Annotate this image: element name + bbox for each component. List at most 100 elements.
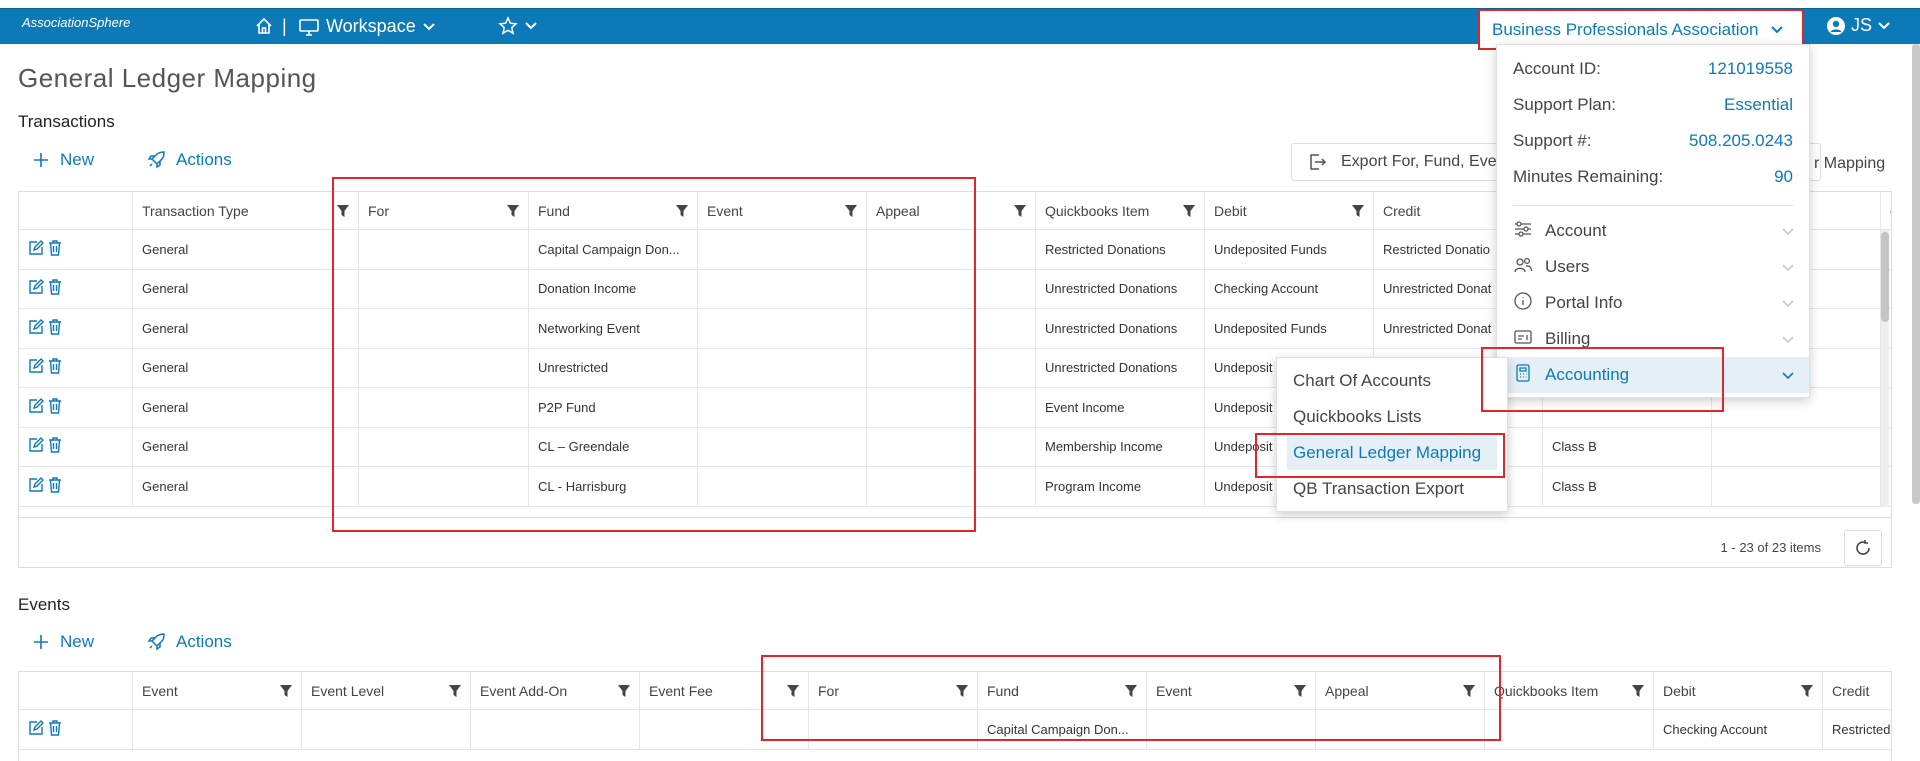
events-actions-button[interactable]: Actions	[146, 632, 232, 652]
trash-icon[interactable]	[48, 279, 62, 298]
filter-icon[interactable]	[1462, 684, 1476, 698]
filter-icon[interactable]	[1182, 204, 1196, 218]
trash-icon[interactable]	[48, 358, 62, 377]
app-logo[interactable]: AssociationSphere	[22, 15, 130, 30]
filter-icon[interactable]	[844, 204, 858, 218]
cell-text: General	[142, 478, 189, 494]
filter-icon[interactable]	[1124, 684, 1138, 698]
events-new-button[interactable]: New	[32, 632, 94, 652]
filter-icon[interactable]	[786, 684, 800, 698]
column-header[interactable]: Appeal	[867, 192, 1036, 229]
info-label: Account ID:	[1513, 59, 1601, 78]
users-icon	[1513, 255, 1533, 280]
edit-icon[interactable]	[28, 358, 44, 377]
column-header[interactable]: e	[1881, 192, 1891, 229]
table-cell	[867, 230, 1036, 269]
chevron-down-icon	[1781, 296, 1795, 316]
table-cell	[698, 309, 867, 348]
column-header[interactable]: Appeal	[1316, 672, 1485, 709]
info-value[interactable]: Essential	[1724, 95, 1793, 115]
workspace-menu[interactable]: Workspace	[298, 16, 436, 37]
trash-icon[interactable]	[48, 240, 62, 259]
column-header[interactable]: Event Add-On	[471, 672, 640, 709]
transactions-new-button[interactable]: New	[32, 150, 94, 170]
column-header[interactable]	[19, 192, 133, 229]
column-header[interactable]: Fund	[529, 192, 698, 229]
column-header[interactable]: Credit	[1823, 672, 1891, 709]
edit-icon[interactable]	[28, 279, 44, 298]
filter-icon[interactable]	[1293, 684, 1307, 698]
column-header[interactable]: Fund	[978, 672, 1147, 709]
submenu-item[interactable]: General Ledger Mapping	[1287, 436, 1497, 470]
filter-icon[interactable]	[955, 684, 969, 698]
edit-icon[interactable]	[28, 239, 44, 259]
submenu-item[interactable]: Quickbooks Lists	[1287, 400, 1497, 434]
column-header[interactable]	[19, 672, 133, 709]
trash-icon[interactable]	[48, 437, 62, 456]
column-header[interactable]: Quickbooks Item	[1036, 192, 1205, 229]
column-header[interactable]: For	[359, 192, 529, 229]
column-header[interactable]: Event Fee	[640, 672, 809, 709]
column-header[interactable]: Event Level	[302, 672, 471, 709]
page-scrollbar[interactable]	[1912, 44, 1920, 504]
cell-text: Unrestricted Donat	[1383, 281, 1492, 297]
column-header[interactable]: Event	[698, 192, 867, 229]
menu-item-accounting[interactable]: Accounting	[1497, 357, 1809, 393]
info-value[interactable]: 508.205.0243	[1689, 131, 1793, 151]
chevron-down-icon	[525, 22, 537, 30]
filter-icon[interactable]	[675, 204, 689, 218]
edit-icon[interactable]	[28, 720, 44, 739]
plus-icon	[34, 635, 48, 649]
table-cell: CL – Greendale	[529, 427, 698, 466]
submenu-item[interactable]: QB Transaction Export	[1287, 472, 1497, 506]
logo-text: AssociationSphere	[22, 15, 131, 30]
home-button[interactable]	[254, 16, 274, 36]
edit-icon[interactable]	[28, 476, 44, 496]
column-header[interactable]: Quickbooks Item	[1485, 672, 1654, 709]
filter-icon[interactable]	[1013, 204, 1027, 218]
filter-icon[interactable]	[336, 204, 350, 218]
filter-icon[interactable]	[1800, 684, 1814, 698]
column-header[interactable]: Debit	[1654, 672, 1823, 709]
table-cell	[359, 388, 529, 427]
column-header[interactable]: Event	[1147, 672, 1316, 709]
export-label: Export For, Fund, Eve	[1341, 153, 1497, 170]
info-value[interactable]: 90	[1774, 167, 1793, 187]
filter-icon[interactable]	[279, 684, 293, 698]
trash-icon[interactable]	[48, 477, 62, 496]
table-cell	[359, 427, 529, 466]
filter-icon[interactable]	[617, 684, 631, 698]
transactions-actions-button[interactable]: Actions	[146, 150, 232, 170]
menu-item-account[interactable]: Account	[1497, 213, 1809, 249]
scrollbar-thumb[interactable]	[1912, 44, 1920, 504]
table-cell: General	[133, 269, 359, 308]
menu-item-users[interactable]: Users	[1497, 249, 1809, 285]
mapping-button[interactable]: r Mapping	[1814, 155, 1885, 173]
grid-scrollbar[interactable]	[1881, 230, 1889, 507]
edit-icon[interactable]	[28, 437, 44, 456]
filter-icon[interactable]	[506, 204, 520, 218]
menu-item-billing[interactable]: Billing	[1497, 321, 1809, 357]
edit-icon[interactable]	[28, 318, 44, 338]
trash-icon[interactable]	[48, 319, 62, 338]
column-header[interactable]: Event	[133, 672, 302, 709]
trash-icon[interactable]	[48, 398, 62, 417]
column-header[interactable]: Transaction Type	[133, 192, 359, 229]
column-header[interactable]: Debit	[1205, 192, 1374, 229]
filter-icon[interactable]	[1351, 204, 1365, 218]
user-menu[interactable]: JS	[1826, 15, 1891, 36]
menu-item-portal-info[interactable]: Portal Info	[1497, 285, 1809, 321]
edit-icon[interactable]	[28, 397, 44, 417]
favorites-menu[interactable]	[498, 16, 538, 36]
column-header[interactable]: For	[809, 672, 978, 709]
refresh-button[interactable]	[1844, 529, 1882, 566]
grid-scrollbar-thumb[interactable]	[1881, 232, 1889, 322]
refresh-icon	[1856, 539, 1870, 555]
filter-icon[interactable]	[1631, 684, 1645, 698]
trash-icon[interactable]	[48, 720, 62, 739]
info-value[interactable]: 121019558	[1708, 59, 1793, 79]
filter-icon[interactable]	[448, 684, 462, 698]
menu-item-label: Billing	[1545, 329, 1591, 348]
accounting-submenu: Chart Of Accounts Quickbooks Lists General…	[1276, 357, 1508, 512]
submenu-item[interactable]: Chart Of Accounts	[1287, 364, 1497, 398]
